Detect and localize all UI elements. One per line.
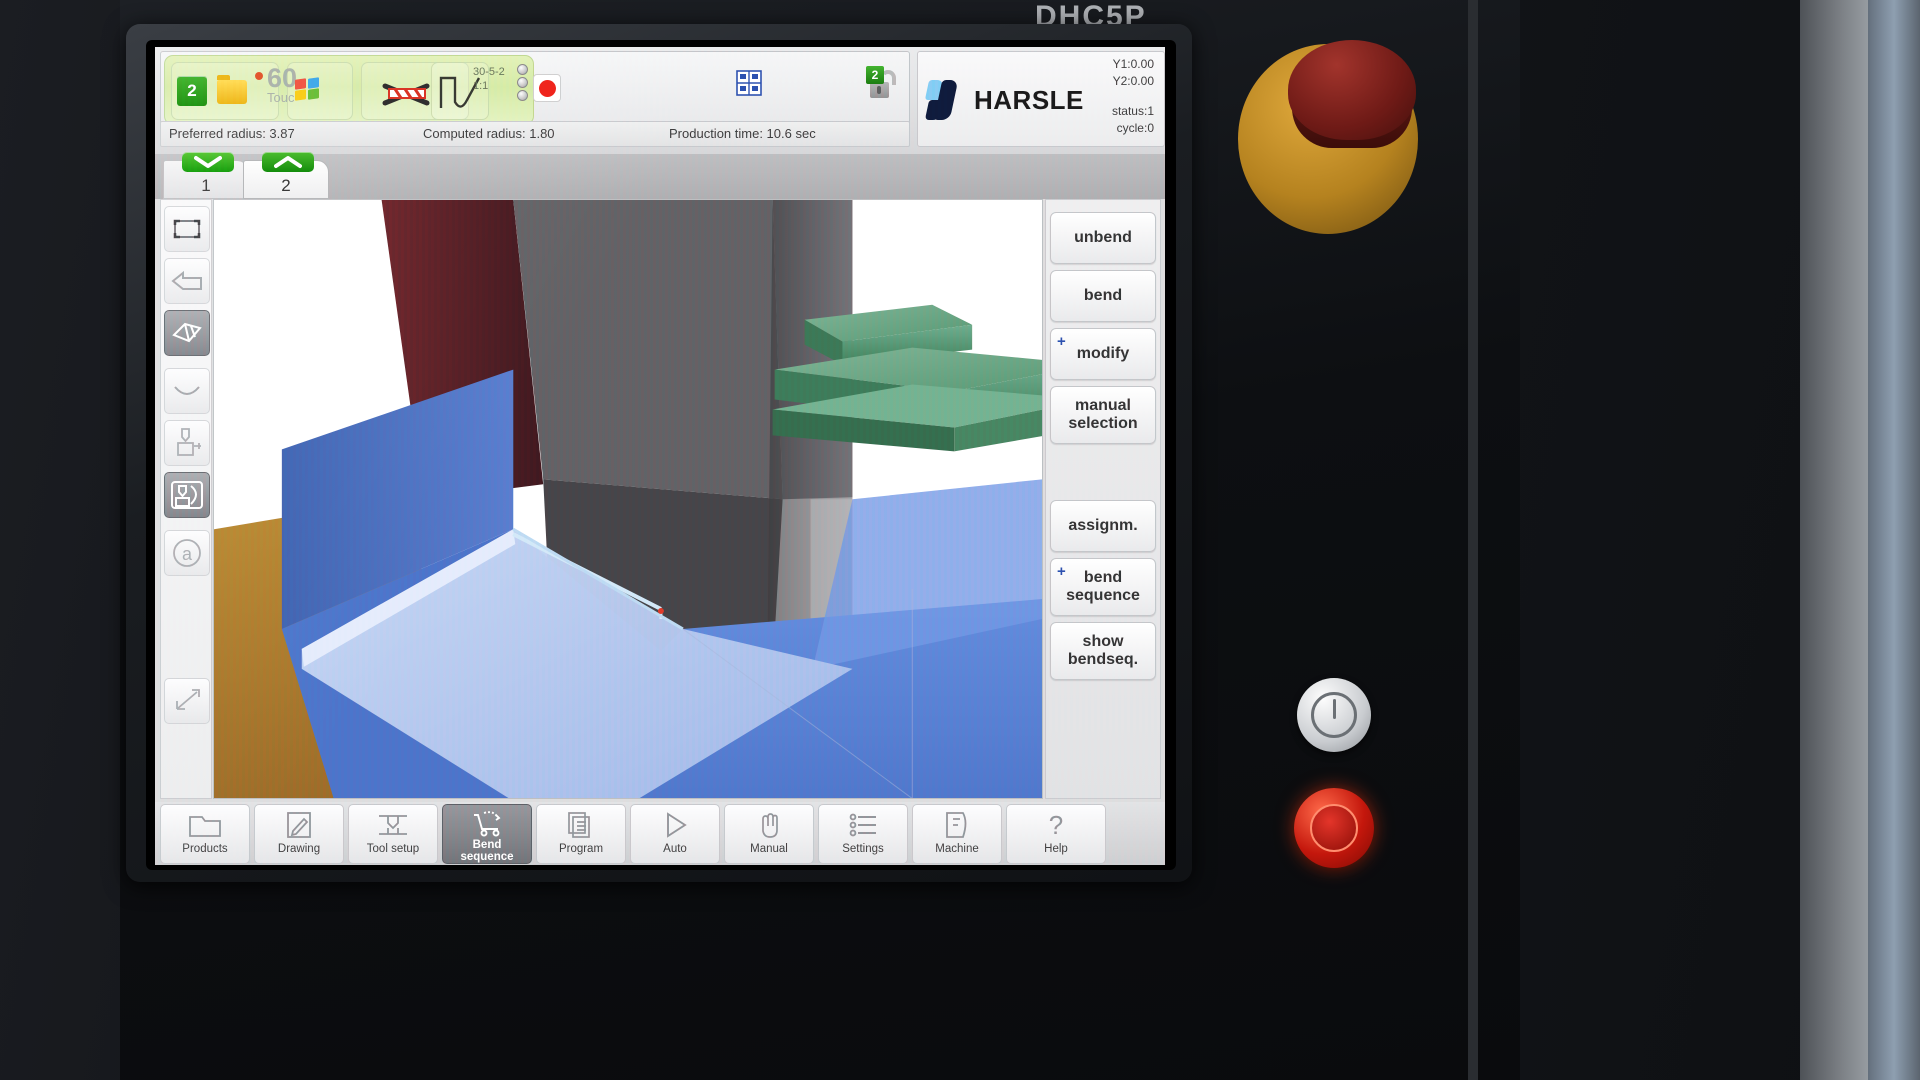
nav-bend-sequence[interactable]: Bend sequence: [442, 804, 532, 864]
chevron-down-badge-icon: [182, 152, 234, 172]
bend-sequence-button[interactable]: + bend sequence: [1050, 558, 1156, 616]
machine-icon: [943, 809, 971, 841]
bend-curve-icon[interactable]: [164, 368, 210, 414]
nav-drawing-label: Drawing: [277, 843, 321, 855]
hand-icon: [754, 809, 784, 841]
grid-layout-icon[interactable]: [736, 70, 762, 96]
punch-tool-icon[interactable]: [164, 420, 210, 466]
axis-status-readout: Y1:0.00 Y2:0.00 status:1 cycle:0: [1068, 56, 1160, 152]
nav-tool-setup-label: Tool setup: [366, 843, 420, 855]
unbend-button[interactable]: unbend: [1050, 212, 1156, 264]
bend-sequence-button-label: bend sequence: [1066, 569, 1140, 604]
computed-radius-label: Computed radius: 1.80: [423, 126, 555, 141]
bend-action-panel: unbend bend + modify manual selection as…: [1045, 199, 1161, 799]
bend-simulation-graphic: [214, 200, 1042, 798]
folder-icon: [188, 809, 222, 841]
tab-bend-2[interactable]: 2: [243, 152, 329, 199]
taskbar-tray-group: 2 60 Touc 30-5-2 1:1: [164, 55, 561, 125]
nav-machine-label: Machine: [935, 843, 979, 855]
bend-sequence-plus-icon: +: [1057, 563, 1066, 580]
modify-plus-icon: +: [1057, 333, 1066, 350]
nav-settings[interactable]: Settings: [818, 804, 908, 864]
nav-manual-label: Manual: [750, 843, 788, 855]
power-icon: [1311, 692, 1357, 738]
view-toolbar: a: [160, 199, 212, 799]
nav-products-label: Products: [182, 843, 228, 855]
bend-cart-icon: [470, 809, 504, 837]
status-led-icon: [255, 72, 263, 80]
show-bendseq-button[interactable]: show bendseq.: [1050, 622, 1156, 680]
nav-auto-label: Auto: [663, 843, 687, 855]
machine-background-wall: [1868, 0, 1920, 1080]
top-bar: 2 60 Touc 30-5-2 1:1 2 Preferred radius:…: [155, 47, 1165, 154]
sliders-list-icon: [847, 809, 879, 841]
cut-tool-icon[interactable]: [379, 80, 435, 113]
nav-machine[interactable]: Machine: [912, 804, 1002, 864]
modify-button-label: modify: [1076, 345, 1130, 363]
option-dots-icon[interactable]: [517, 64, 528, 103]
nav-products[interactable]: Products: [160, 804, 250, 864]
chevron-up-badge-icon: [262, 152, 314, 172]
brand-logo: HARSLE: [924, 78, 1084, 122]
lock-status-icon[interactable]: 2: [866, 66, 910, 110]
y1-value: Y1:0.00: [1112, 57, 1154, 71]
production-time-label: Production time: 10.6 sec: [669, 126, 816, 141]
manual-selection-button[interactable]: manual selection: [1050, 386, 1156, 444]
nav-drawing[interactable]: Drawing: [254, 804, 344, 864]
svg-text:a: a: [182, 544, 193, 564]
play-triangle-icon: [660, 809, 690, 841]
svg-text:?: ?: [1049, 810, 1063, 840]
undo-arrow-icon[interactable]: [164, 258, 210, 304]
reset-button-inner: [1310, 804, 1358, 852]
tab-bend-2-label: 2: [281, 176, 291, 195]
shaded-view-icon[interactable]: [164, 310, 210, 356]
3d-bend-simulation-view[interactable]: [213, 199, 1043, 799]
hmi-screen: 2 60 Touc 30-5-2 1:1 2 Preferred radius:…: [155, 47, 1165, 865]
program-number-badge[interactable]: 2: [177, 76, 207, 106]
pages-icon: [566, 809, 596, 841]
y2-value: Y2:0.00: [1112, 74, 1154, 89]
nav-auto[interactable]: Auto: [630, 804, 720, 864]
nav-bend-sequence-label: Bend sequence: [460, 839, 514, 864]
harsle-logo-icon: [924, 78, 966, 122]
nav-program[interactable]: Program: [536, 804, 626, 864]
nav-manual[interactable]: Manual: [724, 804, 814, 864]
zoom-fit-icon[interactable]: [164, 206, 210, 252]
annotation-a-icon[interactable]: a: [164, 530, 210, 576]
nav-program-label: Program: [558, 843, 604, 855]
nav-settings-label: Settings: [842, 843, 884, 855]
tab-bend-1[interactable]: 1: [163, 152, 249, 199]
folder-icon[interactable]: [217, 75, 247, 104]
machine-status-value: status:1: [1111, 103, 1154, 118]
touch-status: 60 Touc: [253, 64, 297, 105]
bend-tab-row: 1 2: [155, 152, 1165, 199]
brand-status-panel: HARSLE Y1:0.00 Y2:0.00 status:1 cycle:0: [917, 51, 1165, 147]
question-mark-icon: ?: [1042, 809, 1070, 841]
windows-logo-icon[interactable]: [295, 77, 321, 102]
power-button[interactable]: [1297, 678, 1371, 752]
emergency-stop-button[interactable]: [1288, 40, 1416, 140]
tab-bend-1-label: 1: [201, 176, 211, 195]
modify-button[interactable]: + modify: [1050, 328, 1156, 380]
record-button[interactable]: [533, 74, 561, 102]
panel-edge-divider: [1468, 0, 1478, 1080]
preferred-radius-label: Preferred radius: 3.87: [169, 126, 295, 141]
assignment-button[interactable]: assignm.: [1050, 500, 1156, 552]
machine-photo-scene: DHC5P 2 60 Touc 30-5-2 1:1 2 Preferred r…: [0, 0, 1920, 1080]
nav-help-label: Help: [1044, 843, 1068, 855]
main-navigation-bar: Products Drawing Tool setup Bend sequenc…: [155, 802, 1165, 865]
nav-help[interactable]: ? Help: [1006, 804, 1106, 864]
pencil-page-icon: [284, 809, 314, 841]
radius-info-bar: Preferred radius: 3.87 Computed radius: …: [160, 121, 910, 147]
nav-tool-setup[interactable]: Tool setup: [348, 804, 438, 864]
press-tool-icon: [376, 809, 410, 841]
bend-button[interactable]: bend: [1050, 270, 1156, 322]
reset-button[interactable]: [1294, 788, 1374, 868]
timestamp-label: 30-5-2 1:1: [473, 66, 505, 92]
die-tool-icon[interactable]: [164, 472, 210, 518]
measure-icon[interactable]: [164, 678, 210, 724]
cycle-count-value: cycle:0: [1116, 121, 1154, 136]
